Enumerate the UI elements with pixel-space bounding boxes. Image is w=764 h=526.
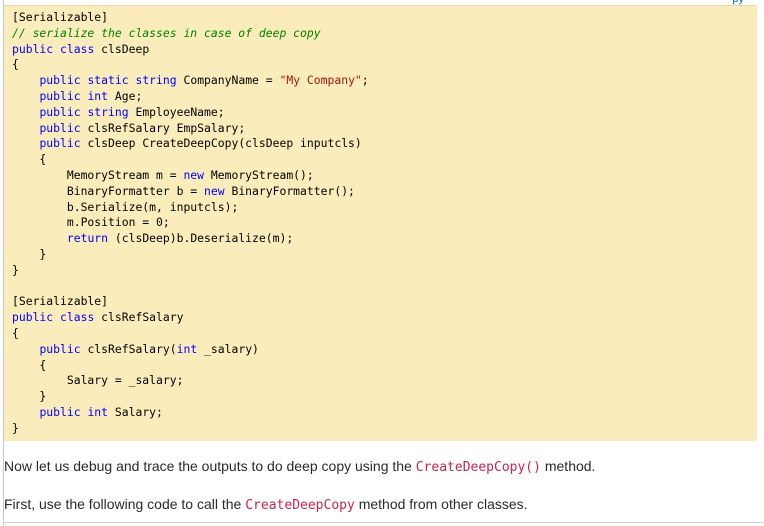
code-text: BinaryFormatter b = xyxy=(12,183,205,198)
code-keyword: int xyxy=(87,404,109,419)
code-keyword: public xyxy=(39,73,81,88)
code-line: { xyxy=(12,57,757,73)
code-line: public string EmployeeName; xyxy=(12,105,757,121)
code-listing: [Serializable]// serialize the classes i… xyxy=(4,6,757,437)
code-line: m.Position = 0; xyxy=(12,215,757,231)
code-text: { xyxy=(12,325,19,340)
code-text: } xyxy=(12,262,19,277)
code-line: public static string CompanyName = "My C… xyxy=(12,73,757,89)
code-keyword: public xyxy=(39,341,81,356)
code-line: public class clsDeep xyxy=(12,42,757,58)
code-line: // serialize the classes in case of deep… xyxy=(12,26,757,42)
code-text: } xyxy=(12,420,19,435)
code-text: clsRefSalary EmpSalary; xyxy=(80,120,246,135)
code-line: return (clsDeep)b.Deserialize(m); xyxy=(12,231,757,247)
code-keyword: public xyxy=(39,136,81,151)
code-keyword: public xyxy=(12,310,54,325)
code-line: public int Salary; xyxy=(12,405,757,421)
paragraph-text: First, use the following code to call th… xyxy=(4,496,246,512)
code-text: m.Position = 0; xyxy=(12,215,170,230)
code-line: public clsRefSalary EmpSalary; xyxy=(12,121,757,137)
code-keyword: class xyxy=(60,41,95,56)
page-bottom-border xyxy=(3,522,764,523)
code-text: clsDeep CreateDeepCopy(clsDeep inputcls) xyxy=(80,136,362,151)
code-keyword: public xyxy=(39,104,81,119)
code-keyword: int xyxy=(176,341,198,356)
paragraph-debug-trace: Now let us debug and trace the outputs t… xyxy=(4,458,595,475)
code-keyword: string xyxy=(135,73,177,88)
code-comment: // serialize the classes in case of deep… xyxy=(12,25,321,40)
code-text: Salary; xyxy=(108,404,163,419)
code-text: clsDeep xyxy=(94,41,150,56)
code-text: Age; xyxy=(108,88,143,103)
code-text: MemoryStream(); xyxy=(204,167,314,182)
code-text: b.Serialize(m, inputcls); xyxy=(12,199,239,214)
code-text: Salary = _salary; xyxy=(12,373,184,388)
code-line: [Serializable] xyxy=(12,10,757,26)
code-line: BinaryFormatter b = new BinaryFormatter(… xyxy=(12,184,757,200)
code-line: MemoryStream m = new MemoryStream(); xyxy=(12,168,757,184)
code-keyword: int xyxy=(87,88,109,103)
inline-code-createdeepcopy: CreateDeepCopy xyxy=(245,498,355,513)
code-line: } xyxy=(12,247,757,263)
code-text: CompanyName = xyxy=(176,73,280,88)
code-line: public class clsRefSalary xyxy=(12,310,757,326)
paragraph-text: method from other classes. xyxy=(354,496,528,512)
code-text: MemoryStream m = xyxy=(12,167,184,182)
code-line: [Serializable] xyxy=(12,294,757,310)
code-text: EmployeeName; xyxy=(128,104,225,119)
code-text: _salary) xyxy=(197,341,259,356)
code-text: [Serializable] xyxy=(12,294,109,309)
code-line: } xyxy=(12,263,757,279)
paragraph-call-method: First, use the following code to call th… xyxy=(4,496,528,513)
code-text: { xyxy=(12,57,19,72)
code-text: BinaryFormatter(); xyxy=(224,183,355,198)
code-text: } xyxy=(12,246,47,261)
code-line: { xyxy=(12,326,757,342)
code-text: { xyxy=(12,357,47,372)
code-line: public int Age; xyxy=(12,89,757,105)
paragraph-text: Now let us debug and trace the outputs t… xyxy=(4,458,416,474)
code-text: (clsDeep)b.Deserialize(m); xyxy=(108,231,294,246)
code-block: [Serializable]// serialize the classes i… xyxy=(4,5,757,441)
paragraph-text: method. xyxy=(540,458,596,474)
code-keyword: new xyxy=(183,167,205,182)
code-line: b.Serialize(m, inputcls); xyxy=(12,200,757,216)
code-keyword: public xyxy=(12,41,54,56)
code-line: public clsRefSalary(int _salary) xyxy=(12,342,757,358)
code-line: public clsDeep CreateDeepCopy(clsDeep in… xyxy=(12,136,757,152)
code-text: { xyxy=(12,152,47,167)
code-text: } xyxy=(12,389,47,404)
code-text: clsRefSalary xyxy=(94,310,184,325)
code-text: clsRefSalary( xyxy=(80,341,177,356)
code-keyword: return xyxy=(66,231,109,246)
code-keyword: new xyxy=(204,183,225,198)
code-keyword: public xyxy=(39,120,81,135)
code-text: ; xyxy=(361,73,369,88)
inline-code-createdeepcopy: CreateDeepCopy() xyxy=(415,460,541,475)
code-keyword: public xyxy=(39,404,81,419)
code-keyword: class xyxy=(60,310,95,325)
code-keyword: static xyxy=(87,73,129,88)
code-line: Salary = _salary; xyxy=(12,373,757,389)
code-line: { xyxy=(12,358,757,374)
code-keyword: public xyxy=(39,88,81,103)
code-keyword: string xyxy=(87,104,129,119)
code-string: "My Company" xyxy=(279,73,362,88)
code-line: } xyxy=(12,421,757,437)
code-line: } xyxy=(12,389,757,405)
code-line: { xyxy=(12,152,757,168)
code-text: [Serializable] xyxy=(12,10,109,24)
